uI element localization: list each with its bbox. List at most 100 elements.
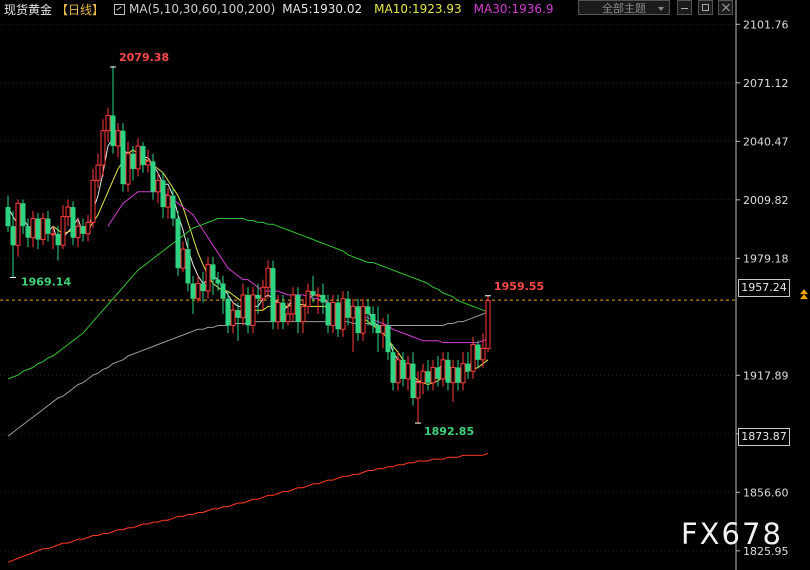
- candle-body: [260, 286, 266, 300]
- candle-body: [110, 115, 116, 146]
- candle-body: [340, 298, 346, 330]
- candle-body: [130, 153, 136, 169]
- candle: [15, 199, 21, 257]
- candle-body: [205, 263, 211, 292]
- candle: [165, 188, 171, 219]
- theme-dropdown-label: 全部主题: [602, 2, 646, 15]
- candle: [175, 210, 181, 276]
- candle: [420, 363, 426, 395]
- candle-body: [415, 382, 421, 399]
- candle-body: [225, 298, 231, 326]
- moving-average-lines: [7, 133, 489, 563]
- candle: [5, 195, 11, 232]
- candle-body: [230, 309, 236, 326]
- candle: [295, 287, 301, 334]
- candle-body: [25, 226, 31, 238]
- candle: [95, 153, 101, 188]
- maximize-button[interactable]: [698, 0, 713, 15]
- candle: [305, 283, 311, 314]
- candle: [120, 123, 126, 192]
- candlesticks: [5, 65, 491, 423]
- candle: [35, 212, 41, 250]
- candle-body: [285, 313, 291, 323]
- candle: [100, 119, 106, 177]
- candle: [265, 260, 271, 299]
- candle: [200, 272, 206, 303]
- candle: [150, 153, 156, 200]
- candle-body: [310, 291, 316, 295]
- minimize-button[interactable]: [677, 0, 692, 15]
- maximize-icon: [702, 4, 709, 11]
- y-tick-label: 1856.60: [743, 486, 789, 499]
- candle: [270, 260, 276, 330]
- candle-body: [170, 195, 176, 219]
- period-label[interactable]: 【日线】: [56, 1, 104, 18]
- candle-body: [435, 367, 441, 379]
- candle-body: [420, 370, 426, 384]
- candle-body: [335, 302, 341, 330]
- candle-body: [320, 294, 326, 303]
- candle: [360, 298, 366, 341]
- high-price-label: 2079.38: [119, 51, 169, 64]
- y-tick-label: 2009.82: [743, 194, 789, 207]
- y-tick-label: 2071.12: [743, 77, 789, 90]
- candle-body: [255, 294, 261, 299]
- candle-body: [450, 366, 456, 384]
- candle: [460, 352, 466, 391]
- candle-body: [275, 302, 281, 323]
- candle-body: [105, 114, 111, 132]
- candle-body: [370, 314, 376, 326]
- candle-body: [235, 310, 241, 318]
- candle-body: [165, 195, 171, 208]
- candle-body: [195, 282, 201, 300]
- candle-body: [425, 371, 431, 383]
- candle: [320, 283, 326, 314]
- candle-body: [475, 344, 481, 360]
- low-price-label: 1892.85: [424, 425, 474, 438]
- candle: [185, 237, 191, 292]
- candle-body: [155, 179, 161, 193]
- close-button[interactable]: [718, 0, 733, 15]
- candle-body: [265, 267, 271, 288]
- candle-body: [330, 302, 336, 326]
- fx678-watermark: FX678: [681, 517, 783, 551]
- candle-body: [15, 202, 21, 246]
- price-chart[interactable]: 2101.76 2071.12 2040.47 2009.82 1979.18 1917.…: [0, 0, 810, 570]
- candle-body: [365, 306, 371, 314]
- candle: [40, 212, 46, 246]
- candle-body: [85, 221, 91, 235]
- candle: [340, 291, 346, 337]
- candle: [465, 352, 471, 379]
- chevron-down-icon: [658, 7, 664, 11]
- candle-body: [50, 233, 56, 236]
- candle: [140, 142, 146, 173]
- candle: [410, 352, 416, 406]
- candle: [110, 65, 116, 154]
- candle: [125, 142, 131, 192]
- candle: [60, 205, 66, 250]
- candle: [335, 294, 341, 337]
- indicator-settings-icon[interactable]: [114, 3, 126, 15]
- y-tick-label: 1979.18: [743, 252, 789, 265]
- candle: [180, 241, 186, 272]
- candle-body: [465, 363, 471, 372]
- indicator-label[interactable]: MA(5,10,30,60,100,200): [129, 2, 275, 16]
- candle-body: [145, 160, 151, 166]
- candle-body: [150, 161, 156, 192]
- candle-body: [385, 325, 391, 353]
- chart-grid: [0, 23, 736, 552]
- theme-dropdown[interactable]: 全部主题: [578, 0, 670, 15]
- candle-body: [140, 146, 146, 166]
- candle-body: [80, 226, 86, 234]
- candle-body: [295, 294, 301, 322]
- candle: [205, 256, 211, 299]
- ma-line-ma10: [52, 149, 489, 386]
- candle: [365, 298, 371, 326]
- candle-body: [390, 352, 396, 383]
- candle-body: [430, 366, 436, 384]
- candle-body: [400, 359, 406, 379]
- candle: [385, 314, 391, 360]
- candle: [30, 210, 36, 248]
- price-marker-icon: [800, 289, 808, 300]
- candle: [70, 201, 76, 246]
